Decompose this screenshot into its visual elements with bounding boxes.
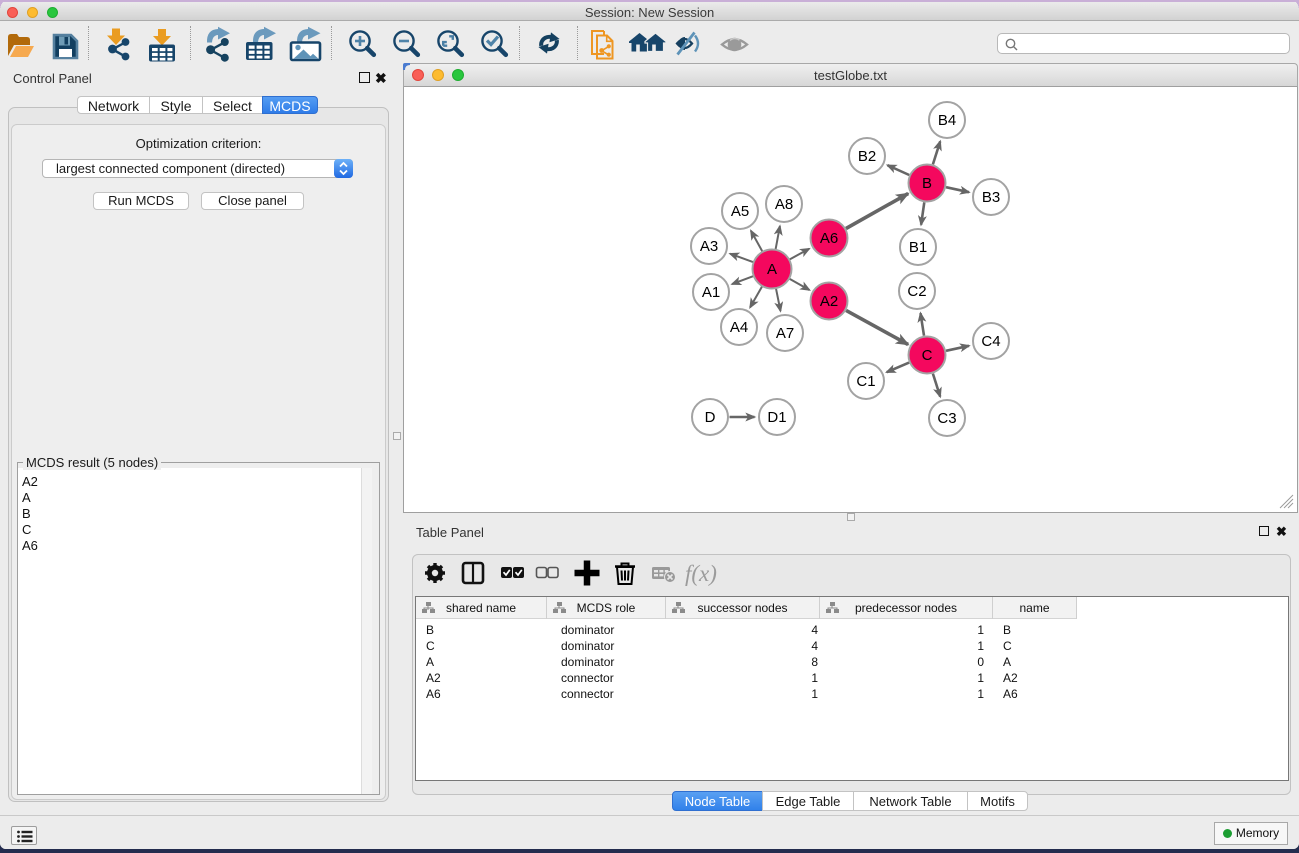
svg-text:B1: B1 (909, 239, 927, 256)
svg-text:A8: A8 (775, 196, 793, 213)
svg-text:A5: A5 (731, 203, 749, 220)
svg-text:B3: B3 (982, 189, 1000, 206)
svg-text:A2: A2 (820, 293, 838, 310)
svg-text:A: A (767, 261, 777, 278)
svg-text:B4: B4 (938, 112, 956, 129)
svg-text:A3: A3 (700, 238, 718, 255)
svg-text:C2: C2 (907, 283, 926, 300)
svg-text:f(x): f(x) (685, 561, 717, 586)
svg-text:B: B (922, 175, 932, 192)
svg-text:A1: A1 (702, 284, 720, 301)
svg-text:D1: D1 (767, 409, 786, 426)
svg-text:A4: A4 (730, 319, 748, 336)
svg-text:A7: A7 (776, 325, 794, 342)
svg-text:C1: C1 (856, 373, 875, 390)
svg-text:A6: A6 (820, 230, 838, 247)
svg-text:C: C (922, 347, 933, 364)
svg-text:C3: C3 (937, 410, 956, 427)
svg-text:D: D (705, 409, 716, 426)
svg-text:B2: B2 (858, 148, 876, 165)
svg-text:C4: C4 (981, 333, 1000, 350)
